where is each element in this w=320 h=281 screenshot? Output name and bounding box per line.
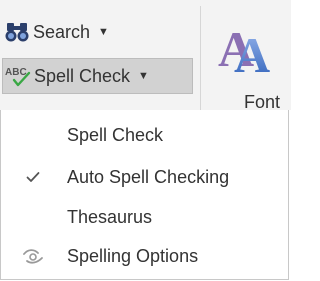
spell-check-label: Spell Check — [34, 65, 131, 86]
spell-check-button[interactable]: ABC Spell Check ▼ — [2, 58, 193, 94]
spelling-options-icon — [21, 244, 45, 268]
chevron-down-icon: ▼ — [138, 70, 149, 82]
font-icon: A A — [218, 12, 278, 83]
search-button[interactable]: Search ▼ — [2, 17, 192, 47]
menu-item-label: Spelling Options — [67, 245, 199, 266]
binoculars-icon — [4, 19, 30, 45]
spell-check-dropdown-menu: Spell Check Auto Spell Checking Thesauru… — [0, 110, 289, 280]
menu-item-auto-spell-checking[interactable]: Auto Spell Checking — [1, 156, 288, 198]
font-button[interactable]: A A Font — [214, 8, 284, 110]
ribbon: Search ▼ ABC Spell Check ▼ A A Font — [0, 0, 291, 110]
search-label: Search — [33, 21, 91, 42]
menu-item-label: Thesaurus — [67, 206, 153, 227]
checkmark-icon — [21, 165, 45, 189]
menu-item-label: Auto Spell Checking — [67, 166, 230, 187]
svg-text:ABC: ABC — [5, 67, 27, 78]
menu-item-spelling-options[interactable]: Spelling Options — [1, 235, 288, 277]
menu-item-label: Spell Check — [67, 124, 164, 145]
ribbon-divider — [200, 6, 201, 110]
font-label: Font — [244, 92, 281, 110]
menu-item-spell-check[interactable]: Spell Check — [1, 114, 288, 156]
chevron-down-icon: ▼ — [98, 26, 109, 38]
menu-item-thesaurus[interactable]: Thesaurus — [1, 196, 288, 238]
abc-check-icon: ABC — [5, 63, 31, 89]
svg-text:A: A — [234, 27, 270, 78]
